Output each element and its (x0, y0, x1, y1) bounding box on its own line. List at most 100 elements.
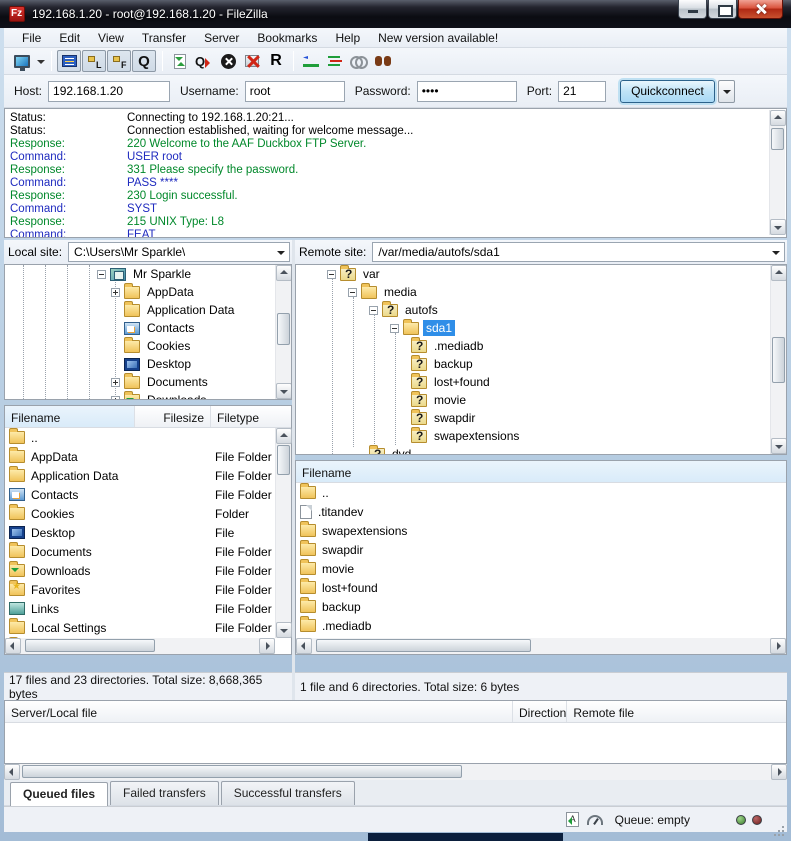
quickconnect-button[interactable]: Quickconnect (620, 80, 715, 103)
file-row[interactable]: AppDataFile Folder (5, 447, 275, 466)
file-row[interactable]: CookiesFolder (5, 504, 275, 523)
column-header-server-local-file[interactable]: Server/Local file (5, 701, 513, 722)
tree-row[interactable]: .mediadb (296, 337, 786, 355)
file-row[interactable]: DownloadsFile Folder (5, 561, 275, 580)
tree-label[interactable]: Mr Sparkle (130, 266, 194, 282)
scroll-thumb[interactable] (771, 128, 784, 150)
scroll-down-arrow[interactable] (276, 383, 292, 399)
toggle-queue-button[interactable]: Q (132, 50, 156, 72)
file-row[interactable]: .titandev (296, 502, 786, 521)
column-header-filetype[interactable]: Filetype (211, 406, 291, 427)
collapse-icon[interactable] (390, 324, 399, 333)
column-header-filename[interactable]: Filename (5, 406, 135, 427)
collapse-icon[interactable] (348, 288, 357, 297)
scroll-up-arrow[interactable] (276, 428, 292, 444)
scroll-right-arrow[interactable] (259, 638, 275, 654)
cancel-button[interactable] (216, 50, 240, 72)
synchronized-browsing-button[interactable] (347, 50, 371, 72)
tree-label[interactable]: swapdir (431, 410, 478, 426)
remote-list-hscrollbar[interactable] (296, 638, 786, 654)
file-row[interactable]: DocumentsFile Folder (5, 542, 275, 561)
tree-label[interactable]: var (360, 266, 383, 282)
password-input[interactable] (417, 81, 517, 102)
scroll-thumb[interactable] (772, 337, 785, 383)
title-bar[interactable]: 192.168.1.20 - root@192.168.1.20 - FileZ… (0, 0, 791, 28)
file-row[interactable]: lost+found (296, 578, 786, 597)
scroll-left-arrow[interactable] (5, 638, 21, 654)
quickconnect-dropdown[interactable] (718, 80, 735, 103)
port-input[interactable] (558, 81, 606, 102)
site-manager-button[interactable] (10, 50, 34, 72)
collapse-icon[interactable] (97, 270, 106, 279)
resize-grip[interactable] (772, 818, 784, 830)
file-row[interactable]: LinksFile Folder (5, 599, 275, 618)
tree-label[interactable]: Cookies (144, 338, 193, 354)
menu-help[interactable]: Help (327, 29, 368, 47)
tree-label-selected[interactable]: sda1 (423, 320, 455, 336)
close-button[interactable] (738, 0, 783, 19)
tree-row[interactable]: Downloads (5, 391, 291, 400)
file-row[interactable]: FavoritesFile Folder (5, 580, 275, 599)
maximize-button[interactable] (708, 0, 737, 19)
tree-label[interactable]: autofs (402, 302, 441, 318)
tab-queued-files[interactable]: Queued files (10, 782, 108, 806)
local-tree-scrollbar[interactable] (275, 265, 291, 399)
username-input[interactable] (245, 81, 345, 102)
tree-row[interactable]: sda1 (296, 319, 786, 337)
tree-label[interactable]: AppData (144, 284, 197, 300)
site-manager-dropdown[interactable] (34, 50, 46, 72)
tree-label[interactable]: swapextensions (431, 428, 522, 444)
disconnect-button[interactable] (240, 50, 264, 72)
file-row[interactable]: Application DataFile Folder (5, 466, 275, 485)
tree-row[interactable]: Cookies (5, 337, 291, 355)
tree-label[interactable]: Desktop (144, 356, 194, 372)
tree-label[interactable]: media (381, 284, 420, 300)
menu-edit[interactable]: Edit (51, 29, 88, 47)
tab-successful-transfers[interactable]: Successful transfers (221, 781, 355, 805)
menu-server[interactable]: Server (196, 29, 247, 47)
remote-site-combo[interactable]: /var/media/autofs/sda1 (372, 242, 785, 262)
tree-row[interactable]: dvd (296, 445, 786, 455)
scroll-left-arrow[interactable] (296, 638, 312, 654)
file-row[interactable]: movie (296, 559, 786, 578)
refresh-button[interactable] (168, 50, 192, 72)
tree-row[interactable]: Mr Sparkle (5, 265, 291, 283)
transfer-type-icon[interactable] (566, 812, 579, 827)
log-scrollbar[interactable] (769, 110, 785, 235)
expand-icon[interactable] (111, 378, 120, 387)
scroll-thumb[interactable] (277, 313, 290, 345)
tree-row[interactable]: var (296, 265, 786, 283)
scroll-thumb[interactable] (277, 445, 290, 475)
tree-row[interactable]: Desktop (5, 355, 291, 373)
file-row[interactable]: .. (296, 483, 786, 502)
tree-label[interactable]: Documents (144, 374, 211, 390)
menu-transfer[interactable]: Transfer (134, 29, 194, 47)
tree-row[interactable]: movie (296, 391, 786, 409)
scroll-right-arrow[interactable] (770, 638, 786, 654)
tree-label[interactable]: .mediadb (431, 338, 486, 354)
tab-failed-transfers[interactable]: Failed transfers (110, 781, 219, 805)
column-header-remote-file[interactable]: Remote file (567, 701, 786, 722)
tree-label[interactable]: movie (431, 392, 469, 408)
collapse-icon[interactable] (369, 306, 378, 315)
scroll-down-arrow[interactable] (771, 438, 787, 454)
tree-row[interactable]: swapdir (296, 409, 786, 427)
tree-row[interactable]: media (296, 283, 786, 301)
host-input[interactable] (48, 81, 170, 102)
scroll-thumb[interactable] (316, 639, 531, 652)
tree-row[interactable]: swapextensions (296, 427, 786, 445)
menu-new-version[interactable]: New version available! (370, 29, 506, 47)
tree-row[interactable]: AppData (5, 283, 291, 301)
column-header-filesize[interactable]: Filesize (135, 406, 211, 427)
tree-row[interactable]: autofs (296, 301, 786, 319)
scroll-left-arrow[interactable] (4, 764, 20, 780)
menu-bookmarks[interactable]: Bookmarks (249, 29, 325, 47)
menu-view[interactable]: View (90, 29, 132, 47)
queue-hscrollbar[interactable] (4, 764, 787, 780)
speed-limits-icon[interactable] (587, 815, 603, 825)
tree-row[interactable]: Documents (5, 373, 291, 391)
tree-row[interactable]: backup (296, 355, 786, 373)
file-row[interactable]: DesktopFile (5, 523, 275, 542)
scroll-thumb[interactable] (25, 639, 155, 652)
scroll-up-arrow[interactable] (276, 265, 292, 281)
